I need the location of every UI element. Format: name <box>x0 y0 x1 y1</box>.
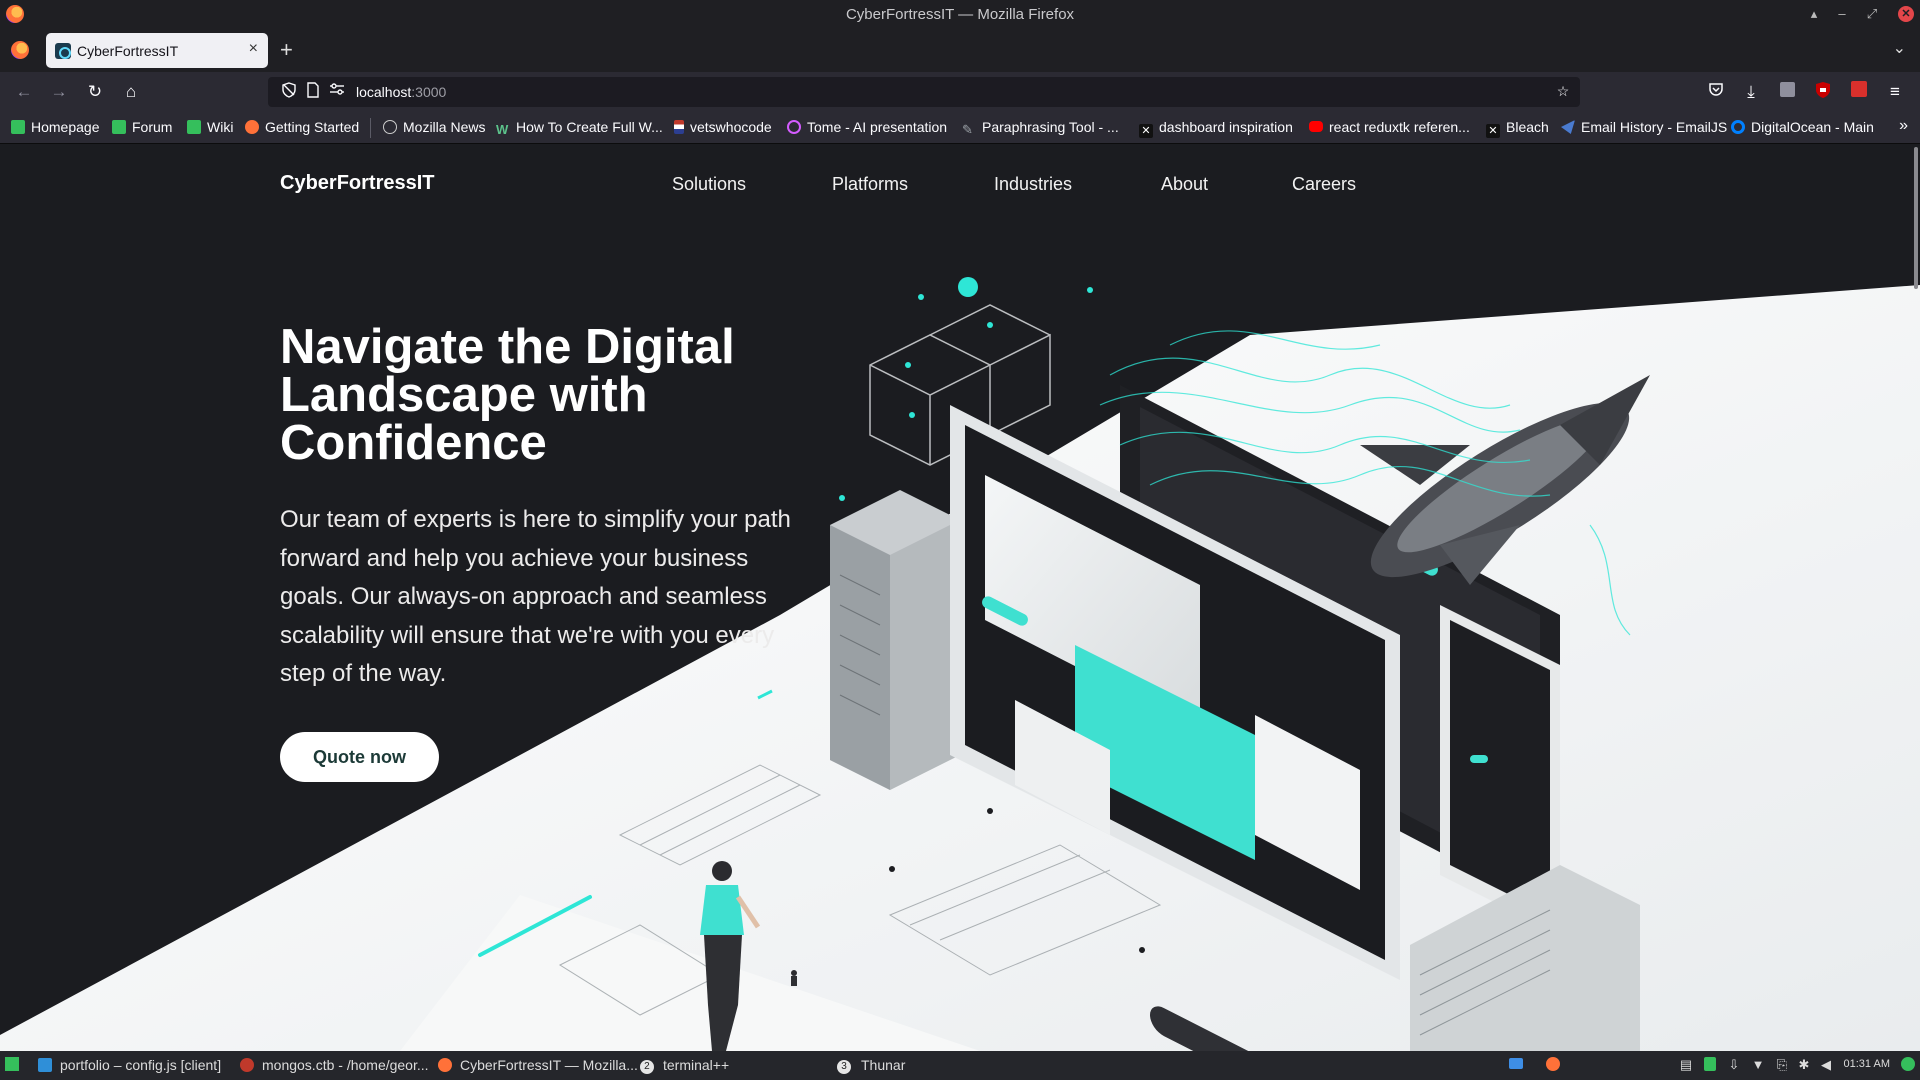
hamburger-menu-icon[interactable]: ≡ <box>1884 81 1906 103</box>
reload-button[interactable]: ↻ <box>84 81 106 103</box>
wifi-tray-icon[interactable]: ▼ <box>1750 1057 1766 1073</box>
list-all-tabs-button[interactable]: ⌄ <box>1893 38 1906 58</box>
keep-above-button[interactable]: ▴ <box>1806 6 1822 22</box>
bookmark-digitalocean[interactable]: DigitalOcean - Main <box>1731 119 1874 137</box>
window-count-badge: 2 <box>639 1060 654 1074</box>
bookmark-wiki[interactable]: Wiki <box>187 119 233 137</box>
url-text: localhost:3000 <box>356 84 447 100</box>
hero-title: Navigate the Digital Landscape with Conf… <box>280 320 735 470</box>
page-viewport: CyberFortressIT Solutions Platforms Indu… <box>0 145 1920 1051</box>
volume-tray-icon[interactable]: ◀ <box>1818 1057 1834 1073</box>
home-button[interactable]: ⌂ <box>120 81 142 103</box>
emailjs-icon <box>1561 120 1575 134</box>
tome-icon <box>787 120 801 134</box>
globe-icon <box>383 120 397 134</box>
workspace-badge: 3 <box>837 1060 851 1074</box>
bookmark-mozilla-news[interactable]: Mozilla News <box>383 119 485 137</box>
x-icon: ✕ <box>1139 124 1153 138</box>
clock[interactable]: 01:31 AM <box>1844 1058 1890 1070</box>
manjaro-menu-icon[interactable] <box>4 1057 20 1073</box>
task-vscode[interactable]: portfolio – config.js [client] <box>38 1057 221 1073</box>
task-firefox[interactable]: CyberFortressIT — Mozilla... 2 <box>438 1057 654 1074</box>
firefox-icon <box>438 1058 452 1072</box>
quill-icon: ✎ <box>962 122 973 137</box>
task-cherrytree[interactable]: mongos.ctb - /home/geor... <box>240 1057 429 1073</box>
vscode-icon <box>38 1058 52 1072</box>
downloads-icon[interactable]: ⤓ <box>1740 81 1762 103</box>
back-button[interactable]: ← <box>13 81 35 103</box>
task-thunar[interactable]: 3 Thunar <box>835 1057 905 1074</box>
site-brand-logo[interactable]: CyberFortressIT <box>280 172 435 195</box>
react-logo-icon <box>55 43 71 59</box>
task-terminal[interactable]: terminal++ <box>663 1057 729 1073</box>
attachment-tray-icon[interactable]: ⎘ <box>1774 1057 1790 1073</box>
nav-link-careers[interactable]: Careers <box>1292 174 1356 195</box>
minimize-button[interactable]: – <box>1834 6 1850 22</box>
manjaro-icon <box>112 120 126 134</box>
bookmark-emailjs[interactable]: Email History - EmailJS <box>1561 119 1727 137</box>
bookmark-paraphrasing-tool[interactable]: ✎ Paraphrasing Tool - ... <box>962 119 1119 137</box>
bookmark-react-reduxtk[interactable]: react reduxtk referen... <box>1309 119 1470 137</box>
window-title: CyberFortressIT — Mozilla Firefox <box>845 6 1075 23</box>
site-header: CyberFortressIT Solutions Platforms Indu… <box>0 145 1920 225</box>
nav-link-about[interactable]: About <box>1161 174 1208 195</box>
bookmark-bleach[interactable]: ✕ Bleach <box>1486 119 1549 138</box>
bookmark-getting-started[interactable]: Getting Started <box>245 119 359 137</box>
nav-link-solutions[interactable]: Solutions <box>672 174 746 195</box>
bookmarks-toolbar: Homepage Forum Wiki Getting Started Mozi… <box>0 112 1920 144</box>
forward-button[interactable]: → <box>48 81 70 103</box>
battery-tray-icon[interactable] <box>1702 1057 1718 1073</box>
page-scrollbar[interactable] <box>1914 147 1918 289</box>
x-icon: ✕ <box>1486 124 1500 138</box>
bluetooth-tray-icon[interactable]: ✱ <box>1796 1057 1812 1073</box>
close-window-button[interactable]: ✕ <box>1898 6 1914 22</box>
chat-tray-icon[interactable] <box>1508 1057 1524 1073</box>
bookmark-how-to-create[interactable]: W How To Create Full W... <box>496 119 663 137</box>
permissions-icon[interactable] <box>328 82 346 100</box>
navigation-toolbar: ← → ↻ ⌂ localhost:3000 ☆ ⤓ ≡ <box>0 72 1920 112</box>
nav-link-industries[interactable]: Industries <box>994 174 1072 195</box>
bookmark-separator <box>370 118 371 138</box>
window-titlebar: CyberFortressIT — Mozilla Firefox ▴ – ⤢ … <box>0 0 1920 29</box>
system-taskbar: portfolio – config.js [client] mongos.ct… <box>0 1051 1920 1080</box>
bookmark-homepage[interactable]: Homepage <box>11 119 100 137</box>
close-tab-icon[interactable]: × <box>249 40 258 58</box>
hero-description: Our team of experts is here to simplify … <box>280 506 791 687</box>
power-tray-icon[interactable] <box>1900 1057 1916 1073</box>
flag-icon <box>674 120 684 134</box>
bookmark-tome[interactable]: Tome - AI presentation <box>787 119 947 137</box>
manjaro-icon <box>187 120 201 134</box>
page-info-icon[interactable] <box>304 82 322 100</box>
cherrytree-icon <box>240 1058 254 1072</box>
bookmark-forum[interactable]: Forum <box>112 119 172 137</box>
youtube-icon <box>1309 121 1323 132</box>
firefox-icon <box>245 120 259 134</box>
tab-cyberfortressit[interactable]: CyberFortressIT × <box>46 33 268 68</box>
tab-label: CyberFortressIT <box>77 43 179 59</box>
digitalocean-icon <box>1731 120 1745 134</box>
ublock-origin-icon[interactable] <box>1812 81 1834 103</box>
nav-link-platforms[interactable]: Platforms <box>832 174 908 195</box>
firefox-view-icon[interactable] <box>11 41 29 59</box>
clipboard-tray-icon[interactable]: ▤ <box>1678 1057 1694 1073</box>
bookmark-star-icon[interactable]: ☆ <box>1554 82 1572 100</box>
maximize-button[interactable]: ⤢ <box>1864 6 1880 22</box>
manjaro-icon <box>11 120 25 134</box>
firefox-tray-icon[interactable] <box>1545 1057 1561 1073</box>
new-tab-button[interactable]: + <box>280 37 293 63</box>
more-bookmarks-chevron-icon[interactable]: » <box>1899 117 1908 135</box>
extension-translate-icon[interactable] <box>1776 81 1798 103</box>
w-icon: W <box>496 122 509 137</box>
tracking-protection-icon[interactable] <box>280 82 298 100</box>
pocket-icon[interactable] <box>1705 81 1727 103</box>
bookmark-dashboard-inspiration[interactable]: ✕ dashboard inspiration <box>1139 119 1293 138</box>
extension-red-icon[interactable] <box>1848 81 1870 103</box>
tab-strip: CyberFortressIT × + ⌄ <box>0 29 1920 72</box>
quote-now-button[interactable]: Quote now <box>280 732 439 782</box>
url-bar[interactable]: localhost:3000 ☆ <box>268 77 1580 107</box>
update-tray-icon[interactable]: ⇩ <box>1726 1057 1742 1073</box>
bookmark-vetswhocode[interactable]: vetswhocode <box>674 119 772 137</box>
